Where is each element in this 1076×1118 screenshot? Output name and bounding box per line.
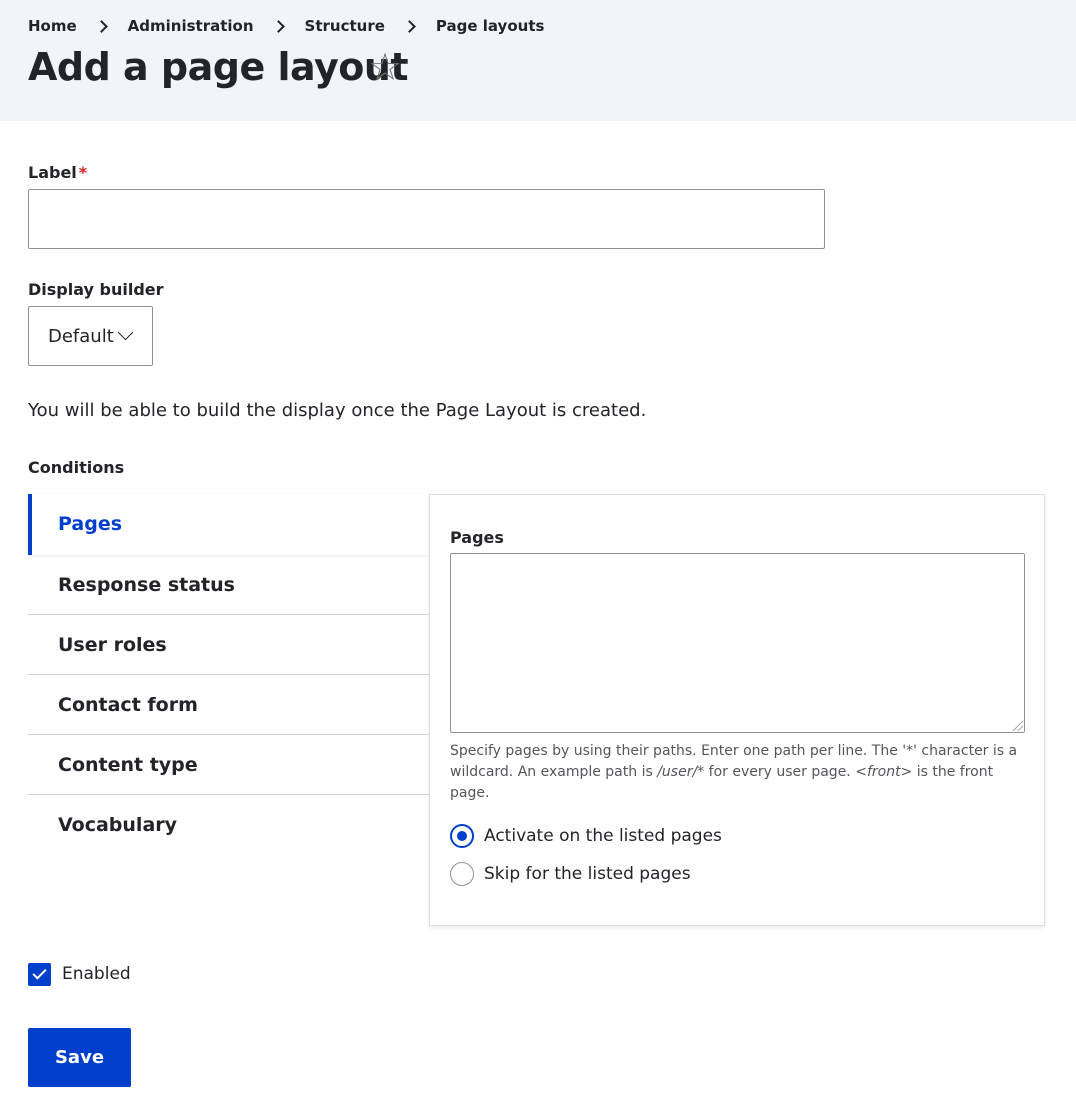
tab-contact-form-label: Contact form	[58, 694, 198, 716]
enabled-checkbox-row[interactable]: Enabled	[28, 962, 131, 986]
star-icon[interactable]: ☆	[368, 44, 402, 90]
resize-grip-icon[interactable]	[1013, 721, 1023, 731]
tab-pages-label: Pages	[58, 513, 123, 535]
display-builder-value: Default	[48, 326, 114, 347]
description-text-2: for every user page.	[704, 764, 856, 780]
pages-field-label: Pages	[450, 528, 504, 547]
required-marker: *	[78, 163, 88, 182]
tab-pages[interactable]: Pages	[28, 494, 429, 555]
tab-vocabulary-label: Vocabulary	[58, 814, 178, 836]
save-button[interactable]: Save	[28, 1028, 131, 1087]
label-field-label-text: Label	[28, 163, 77, 182]
pages-panel: Pages Specify pages by using their paths…	[429, 494, 1045, 926]
tab-response-status-label: Response status	[58, 574, 235, 596]
tab-vocabulary[interactable]: Vocabulary	[28, 795, 429, 855]
conditions-tabs: Pages Response status User roles Contact…	[28, 494, 429, 855]
pages-description: Specify pages by using their paths. Ente…	[450, 741, 1035, 804]
breadcrumb-page-layouts[interactable]: Page layouts	[436, 17, 545, 35]
breadcrumb-structure[interactable]: Structure	[305, 17, 385, 35]
radio-skip[interactable]: Skip for the listed pages	[450, 861, 691, 887]
tab-content-type-label: Content type	[58, 754, 198, 776]
label-field-label: Label *	[28, 163, 87, 182]
display-builder-label: Display builder	[28, 280, 164, 299]
description-front-token: <front>	[855, 764, 913, 780]
radio-skip-label: Skip for the listed pages	[484, 864, 691, 884]
radio-activate-label: Activate on the listed pages	[484, 826, 722, 846]
tab-user-roles[interactable]: User roles	[28, 615, 429, 675]
radio-activate-control[interactable]	[450, 824, 474, 848]
chevron-right-icon	[403, 19, 416, 33]
breadcrumb-home[interactable]: Home	[28, 17, 77, 35]
tab-response-status[interactable]: Response status	[28, 555, 429, 615]
chevron-right-icon	[271, 19, 285, 33]
page-header: Home Administration Structure Page layou…	[0, 0, 1076, 121]
conditions-label: Conditions	[28, 458, 125, 477]
radio-activate[interactable]: Activate on the listed pages	[450, 823, 722, 849]
breadcrumb-administration[interactable]: Administration	[128, 17, 254, 35]
breadcrumb: Home Administration Structure Page layou…	[28, 16, 544, 36]
radio-skip-control[interactable]	[450, 862, 474, 886]
description-example-path: /user/*	[657, 764, 705, 780]
pages-textarea-wrap	[450, 553, 1025, 733]
chevron-right-icon	[94, 19, 108, 33]
enabled-checkbox[interactable]	[28, 962, 51, 986]
tab-user-roles-label: User roles	[58, 634, 167, 656]
enabled-label: Enabled	[62, 964, 131, 984]
label-input[interactable]	[28, 189, 825, 249]
pages-textarea[interactable]	[450, 553, 1025, 733]
tab-content-type[interactable]: Content type	[28, 735, 429, 795]
display-help-text: You will be able to build the display on…	[28, 400, 647, 421]
tab-contact-form[interactable]: Contact form	[28, 675, 429, 735]
chevron-down-icon	[117, 324, 134, 341]
display-builder-select[interactable]: Default	[28, 306, 153, 366]
page-title: Add a page layout	[28, 45, 409, 89]
